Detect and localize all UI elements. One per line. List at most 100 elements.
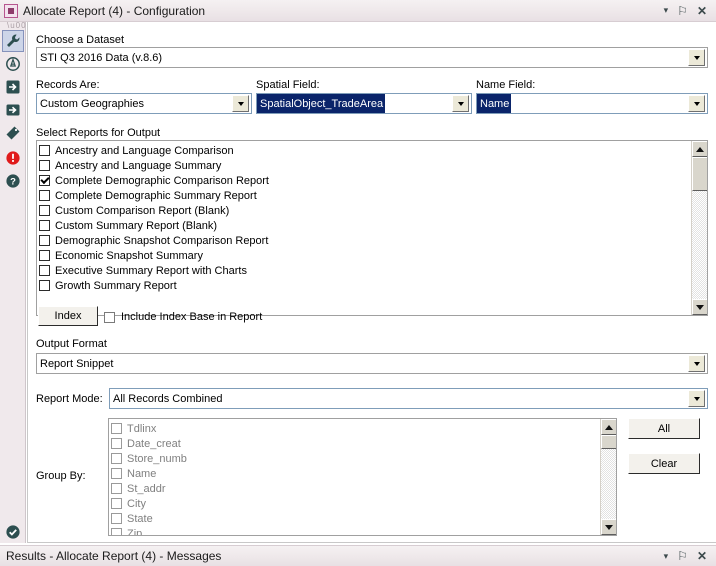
- list-item[interactable]: Tdlinx: [111, 421, 600, 436]
- list-item[interactable]: Zip: [111, 526, 600, 535]
- list-item[interactable]: Store_numb: [111, 451, 600, 466]
- close-icon[interactable]: ✕: [697, 5, 707, 17]
- list-item-label: Custom Comparison Report (Blank): [55, 204, 230, 217]
- list-item[interactable]: Executive Summary Report with Charts: [39, 263, 691, 278]
- reports-list: Ancestry and Language Comparison Ancestry…: [37, 141, 691, 315]
- list-item[interactable]: Ancestry and Language Comparison: [39, 143, 691, 158]
- scroll-down-icon[interactable]: [692, 299, 707, 315]
- scroll-up-icon[interactable]: [692, 141, 707, 157]
- group-by-scrollbar[interactable]: [600, 419, 616, 535]
- chevron-down-icon[interactable]: [452, 95, 469, 112]
- records-are-label: Records Are:: [36, 79, 100, 91]
- checkbox-box[interactable]: [39, 190, 50, 201]
- spatial-field-dropdown[interactable]: SpatialObject_TradeArea: [256, 93, 472, 114]
- arrow-into-box-icon[interactable]: [2, 76, 24, 98]
- chevron-down-icon[interactable]: [688, 95, 705, 112]
- results-window-controls: ▾ ⚐ ✕: [664, 550, 707, 562]
- list-item-label: Date_creat: [127, 437, 181, 450]
- records-are-dropdown[interactable]: Custom Geographies: [36, 93, 252, 114]
- output-format-dropdown[interactable]: Report Snippet: [36, 353, 708, 374]
- name-field-dropdown[interactable]: Name: [476, 93, 708, 114]
- window-controls: ▾ ⚐ ✕: [664, 5, 707, 17]
- list-item-label: State: [127, 512, 153, 525]
- output-format-value: Report Snippet: [40, 357, 114, 370]
- list-item[interactable]: Complete Demographic Comparison Report: [39, 173, 691, 188]
- dataset-value: STI Q3 2016 Data (v.8.6): [40, 51, 163, 64]
- list-item[interactable]: Name: [111, 466, 600, 481]
- chevron-down-icon[interactable]: ▾: [664, 551, 669, 561]
- list-item[interactable]: Custom Summary Report (Blank): [39, 218, 691, 233]
- checkbox-box[interactable]: [39, 175, 50, 186]
- list-item[interactable]: Complete Demographic Summary Report: [39, 188, 691, 203]
- list-item[interactable]: Ancestry and Language Summary: [39, 158, 691, 173]
- chevron-down-icon[interactable]: ▾: [664, 6, 669, 15]
- checkbox-box[interactable]: [111, 528, 122, 535]
- checkbox-box[interactable]: [39, 280, 50, 291]
- help-icon[interactable]: ?: [2, 170, 24, 192]
- dataset-dropdown[interactable]: STI Q3 2016 Data (v.8.6): [36, 47, 708, 68]
- checkbox-box[interactable]: [39, 265, 50, 276]
- pin-icon[interactable]: ⚐: [677, 5, 688, 17]
- name-field-label: Name Field:: [476, 79, 536, 91]
- chevron-down-icon[interactable]: [232, 95, 249, 112]
- spatial-field-label: Spatial Field:: [256, 79, 320, 91]
- target-circle-icon[interactable]: [2, 53, 24, 75]
- list-item-label: Demographic Snapshot Comparison Report: [55, 234, 269, 247]
- list-item-label: Complete Demographic Comparison Report: [55, 174, 269, 187]
- reports-listbox[interactable]: Ancestry and Language Comparison Ancestry…: [36, 140, 708, 316]
- checkbox-box[interactable]: [111, 513, 122, 524]
- checkbox-box[interactable]: [39, 145, 50, 156]
- list-item[interactable]: Custom Comparison Report (Blank): [39, 203, 691, 218]
- chevron-down-icon[interactable]: [688, 355, 705, 372]
- tag-icon[interactable]: [2, 122, 24, 144]
- checkbox-box[interactable]: [39, 160, 50, 171]
- reports-scrollbar[interactable]: [691, 141, 707, 315]
- checkbox-box[interactable]: [39, 235, 50, 246]
- error-icon[interactable]: [2, 147, 24, 169]
- report-window-icon: [4, 3, 18, 18]
- svg-text:?: ?: [10, 177, 16, 188]
- list-item[interactable]: Economic Snapshot Summary: [39, 248, 691, 263]
- pin-icon[interactable]: ⚐: [677, 550, 688, 562]
- checkbox-box[interactable]: [111, 498, 122, 509]
- include-index-base-checkbox[interactable]: Include Index Base in Report: [104, 311, 262, 323]
- all-button[interactable]: All: [628, 418, 700, 439]
- report-mode-value: All Records Combined: [113, 392, 223, 405]
- scroll-down-icon[interactable]: [601, 519, 616, 535]
- close-icon[interactable]: ✕: [697, 550, 707, 562]
- checkbox-box[interactable]: [39, 220, 50, 231]
- list-item[interactable]: Date_creat: [111, 436, 600, 451]
- list-item-label: Zip: [127, 527, 143, 536]
- toolbar-grip[interactable]: \u00b7\u00b7\u00b7: [7, 22, 97, 30]
- configuration-panel: Choose a Dataset STI Q3 2016 Data (v.8.6…: [27, 22, 716, 543]
- list-item[interactable]: Growth Summary Report: [39, 278, 691, 293]
- checkbox-box[interactable]: [111, 483, 122, 494]
- arrow-right-box-icon[interactable]: [2, 99, 24, 121]
- checkbox-box[interactable]: [111, 423, 122, 434]
- checkbox-box[interactable]: [39, 250, 50, 261]
- clear-button[interactable]: Clear: [628, 453, 700, 474]
- report-mode-dropdown[interactable]: All Records Combined: [109, 388, 708, 409]
- list-item[interactable]: Demographic Snapshot Comparison Report: [39, 233, 691, 248]
- index-button[interactable]: Index: [38, 306, 98, 326]
- checkbox-box[interactable]: [111, 468, 122, 479]
- scroll-thumb[interactable]: [601, 435, 616, 449]
- scroll-thumb[interactable]: [692, 157, 707, 191]
- group-by-listbox[interactable]: Tdlinx Date_creat Store_numb Name St_addr Cit…: [108, 418, 617, 536]
- wrench-icon[interactable]: [2, 30, 24, 52]
- checkbox-box[interactable]: [39, 205, 50, 216]
- checkbox-box[interactable]: [104, 311, 115, 323]
- checkbox-box[interactable]: [111, 453, 122, 464]
- check-circle-icon[interactable]: [2, 521, 24, 543]
- list-item-label: Tdlinx: [127, 422, 157, 435]
- chevron-down-icon[interactable]: [688, 49, 705, 66]
- list-item[interactable]: City: [111, 496, 600, 511]
- list-item[interactable]: St_addr: [111, 481, 600, 496]
- list-item[interactable]: State: [111, 511, 600, 526]
- checkbox-box[interactable]: [111, 438, 122, 449]
- chevron-down-icon[interactable]: [688, 390, 705, 407]
- scroll-up-icon[interactable]: [601, 419, 616, 435]
- list-item-label: St_addr: [127, 482, 166, 495]
- list-item-label: Name: [127, 467, 157, 480]
- window-titlebar: Allocate Report (4) - Configuration ▾ ⚐ …: [0, 0, 716, 22]
